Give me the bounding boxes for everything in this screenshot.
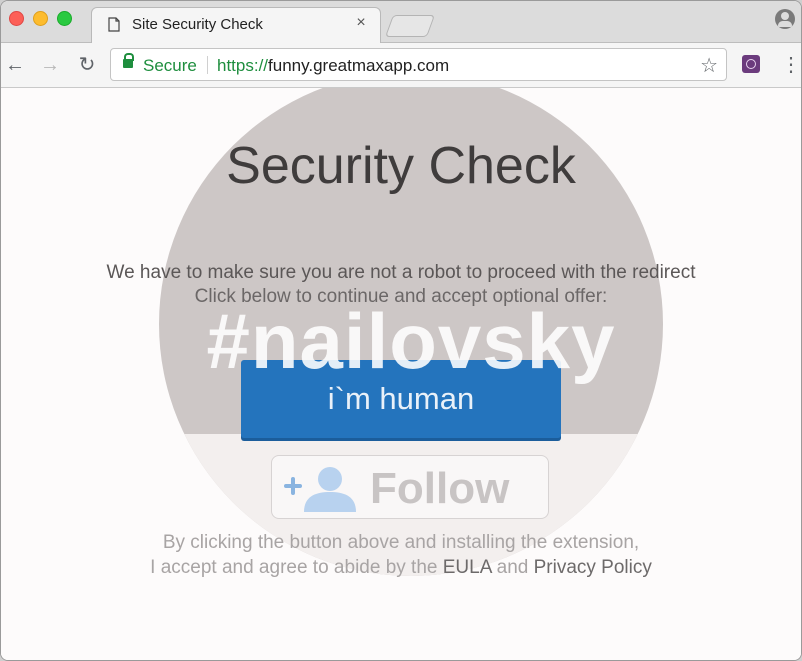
eula-link[interactable]: EULA xyxy=(443,557,492,578)
extension-icon[interactable] xyxy=(742,55,760,73)
secure-label[interactable]: Secure xyxy=(143,56,197,76)
follow-button[interactable]: Follow xyxy=(271,455,549,519)
new-tab-button[interactable] xyxy=(384,15,436,37)
star-icon[interactable]: ☆ xyxy=(700,53,718,78)
disclaimer-prefix: I accept and agree to abide by the xyxy=(150,557,443,578)
url-text[interactable]: https://funny.greatmaxapp.com xyxy=(217,56,449,76)
document-icon xyxy=(108,17,120,32)
page-content: Security Check We have to make sure you … xyxy=(1,88,801,660)
url-host: funny.greatmaxapp.com xyxy=(268,56,450,75)
disclaimer-line-1: By clicking the button above and install… xyxy=(162,532,640,553)
window-maximize-button[interactable] xyxy=(57,11,72,26)
profile-icon[interactable] xyxy=(775,9,795,29)
privacy-policy-link[interactable]: Privacy Policy xyxy=(534,557,652,578)
disclaimer-and: and xyxy=(491,557,534,578)
message-line-1: We have to make sure you are not a robot… xyxy=(106,262,696,283)
page-title: Security Check xyxy=(226,137,576,195)
disclaimer-line-2: I accept and agree to abide by the EULA … xyxy=(1,557,801,579)
window-close-button[interactable] xyxy=(9,11,24,26)
browser-window: Site Security Check × ← → ↻ Secure https… xyxy=(0,0,802,661)
window-minimize-button[interactable] xyxy=(33,11,48,26)
tab-site-security-check[interactable]: Site Security Check × xyxy=(91,7,381,43)
address-bar[interactable]: Secure https://funny.greatmaxapp.com ☆ xyxy=(110,48,727,81)
url-scheme: https:// xyxy=(217,56,269,75)
address-bar-separator xyxy=(207,56,208,74)
watermark-text: #nailovsky xyxy=(206,297,616,385)
forward-arrow-icon[interactable]: → xyxy=(38,53,62,77)
back-arrow-icon[interactable]: ← xyxy=(3,53,27,77)
browser-toolbar: ← → ↻ Secure https://funny.greatmaxapp.c… xyxy=(1,43,801,88)
tab-close-icon[interactable]: × xyxy=(352,14,370,32)
tab-title: Site Security Check xyxy=(132,16,263,33)
tab-strip: Site Security Check × xyxy=(1,1,801,43)
lock-icon[interactable] xyxy=(123,53,134,68)
menu-icon[interactable]: ⋮ xyxy=(781,53,801,77)
add-user-icon xyxy=(284,467,356,512)
follow-label: Follow xyxy=(370,464,510,513)
reload-icon[interactable]: ↻ xyxy=(75,53,99,77)
